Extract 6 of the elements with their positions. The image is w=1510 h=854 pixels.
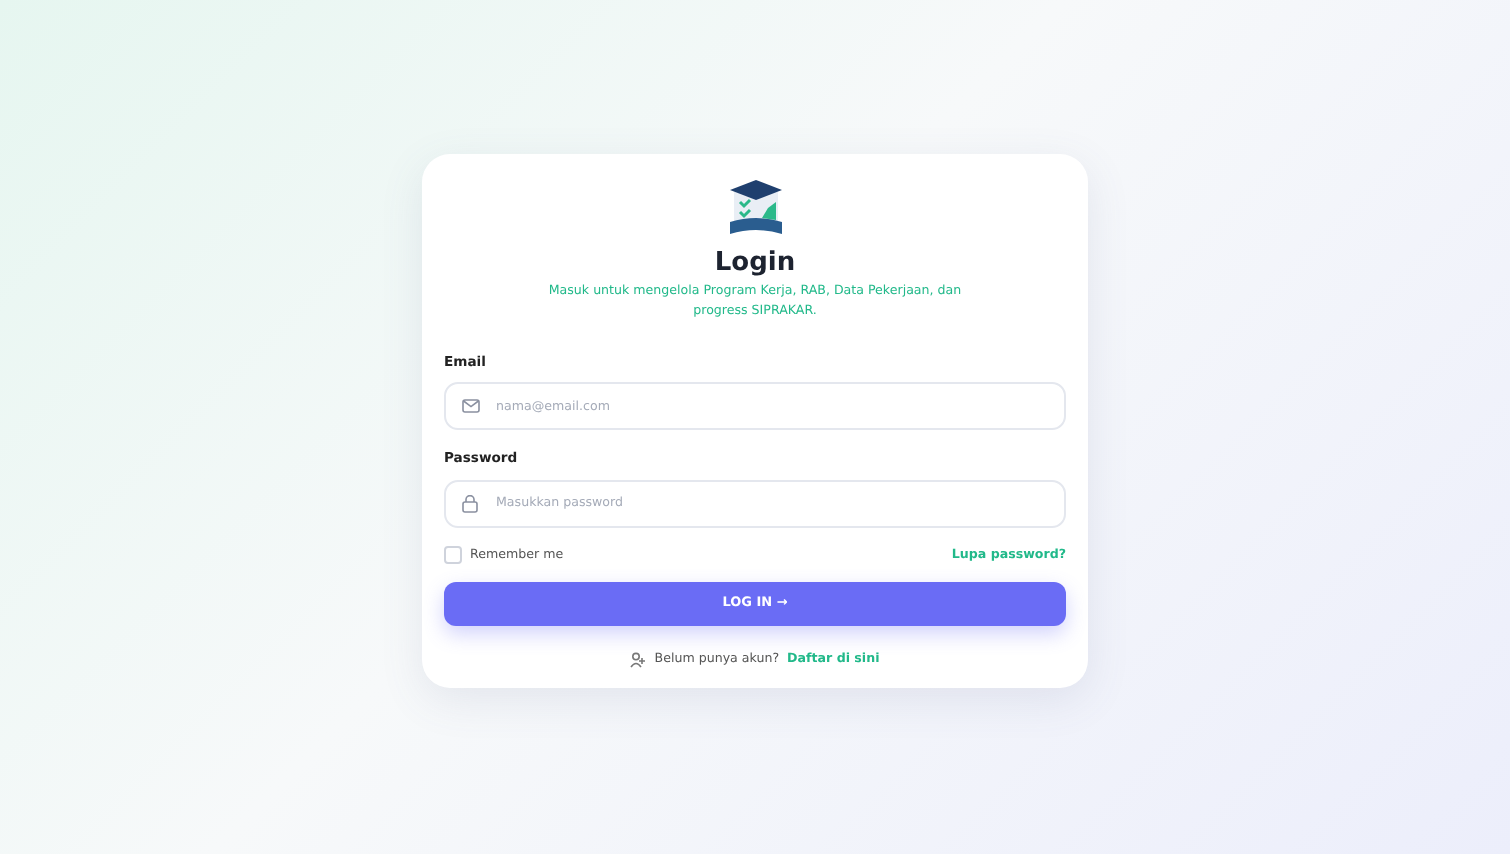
login-title: Login bbox=[712, 250, 798, 279]
user-add-icon bbox=[630, 651, 647, 668]
remember-checkbox[interactable] bbox=[444, 545, 462, 564]
mail-icon bbox=[462, 399, 480, 414]
lock-icon bbox=[462, 494, 478, 513]
logo-icon bbox=[725, 178, 785, 238]
